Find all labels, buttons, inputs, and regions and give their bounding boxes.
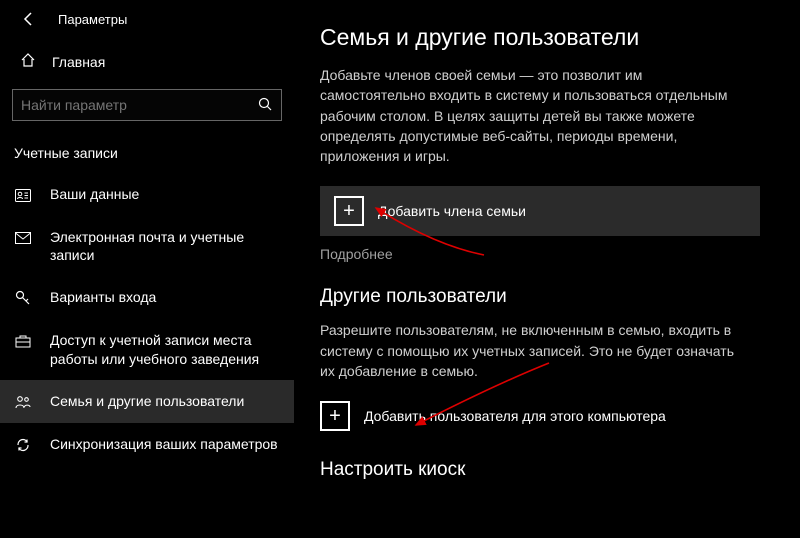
people-icon <box>14 393 32 411</box>
nav-signin-options[interactable]: Варианты входа <box>0 276 294 319</box>
learn-more-link[interactable]: Подробнее <box>320 246 393 262</box>
other-users-description: Разрешите пользователям, не включенным в… <box>320 320 750 381</box>
nav-home-label: Главная <box>52 54 105 70</box>
nav-label: Ваши данные <box>50 185 280 203</box>
add-family-member-button[interactable]: + Добавить члена семьи <box>320 186 760 236</box>
back-button[interactable] <box>20 10 38 28</box>
nav-your-info[interactable]: Ваши данные <box>0 173 294 216</box>
plus-icon: + <box>334 196 364 226</box>
window-header: Параметры <box>0 0 294 42</box>
arrow-left-icon <box>21 11 37 27</box>
search-input[interactable] <box>21 97 257 113</box>
mail-icon <box>14 229 32 247</box>
kiosk-heading: Настроить киоск <box>320 459 764 481</box>
badge-icon <box>14 186 32 204</box>
add-other-label: Добавить пользователя для этого компьюте… <box>364 408 666 424</box>
nav-email-accounts[interactable]: Электронная почта и учетные записи <box>0 216 294 276</box>
content-pane: Семья и другие пользователи Добавьте чле… <box>294 0 800 538</box>
page-title: Семья и другие пользователи <box>320 24 764 51</box>
nav-label: Семья и другие пользователи <box>50 392 280 410</box>
home-icon <box>20 52 36 71</box>
search-box[interactable] <box>12 89 282 121</box>
briefcase-icon <box>14 332 32 350</box>
nav-label: Синхронизация ваших параметров <box>50 435 280 453</box>
key-icon <box>14 289 32 307</box>
family-description: Добавьте членов своей семьи — это позвол… <box>320 65 750 166</box>
other-users-heading: Другие пользователи <box>320 286 764 308</box>
nav-work-school[interactable]: Доступ к учетной записи места работы или… <box>0 319 294 379</box>
add-other-user-button[interactable]: + Добавить пользователя для этого компью… <box>320 401 764 431</box>
search-icon <box>257 96 273 115</box>
nav-label: Доступ к учетной записи места работы или… <box>50 331 280 367</box>
nav-sync[interactable]: Синхронизация ваших параметров <box>0 423 294 466</box>
plus-icon: + <box>320 401 350 431</box>
nav-home[interactable]: Главная <box>0 42 294 81</box>
section-title: Учетные записи <box>0 131 294 173</box>
sidebar: Параметры Главная Учетные записи Ваши да… <box>0 0 294 538</box>
nav-label: Электронная почта и учетные записи <box>50 228 280 264</box>
nav-label: Варианты входа <box>50 288 280 306</box>
window-title: Параметры <box>58 12 127 27</box>
add-family-label: Добавить члена семьи <box>378 203 526 219</box>
sync-icon <box>14 436 32 454</box>
nav-family-other[interactable]: Семья и другие пользователи <box>0 380 294 423</box>
